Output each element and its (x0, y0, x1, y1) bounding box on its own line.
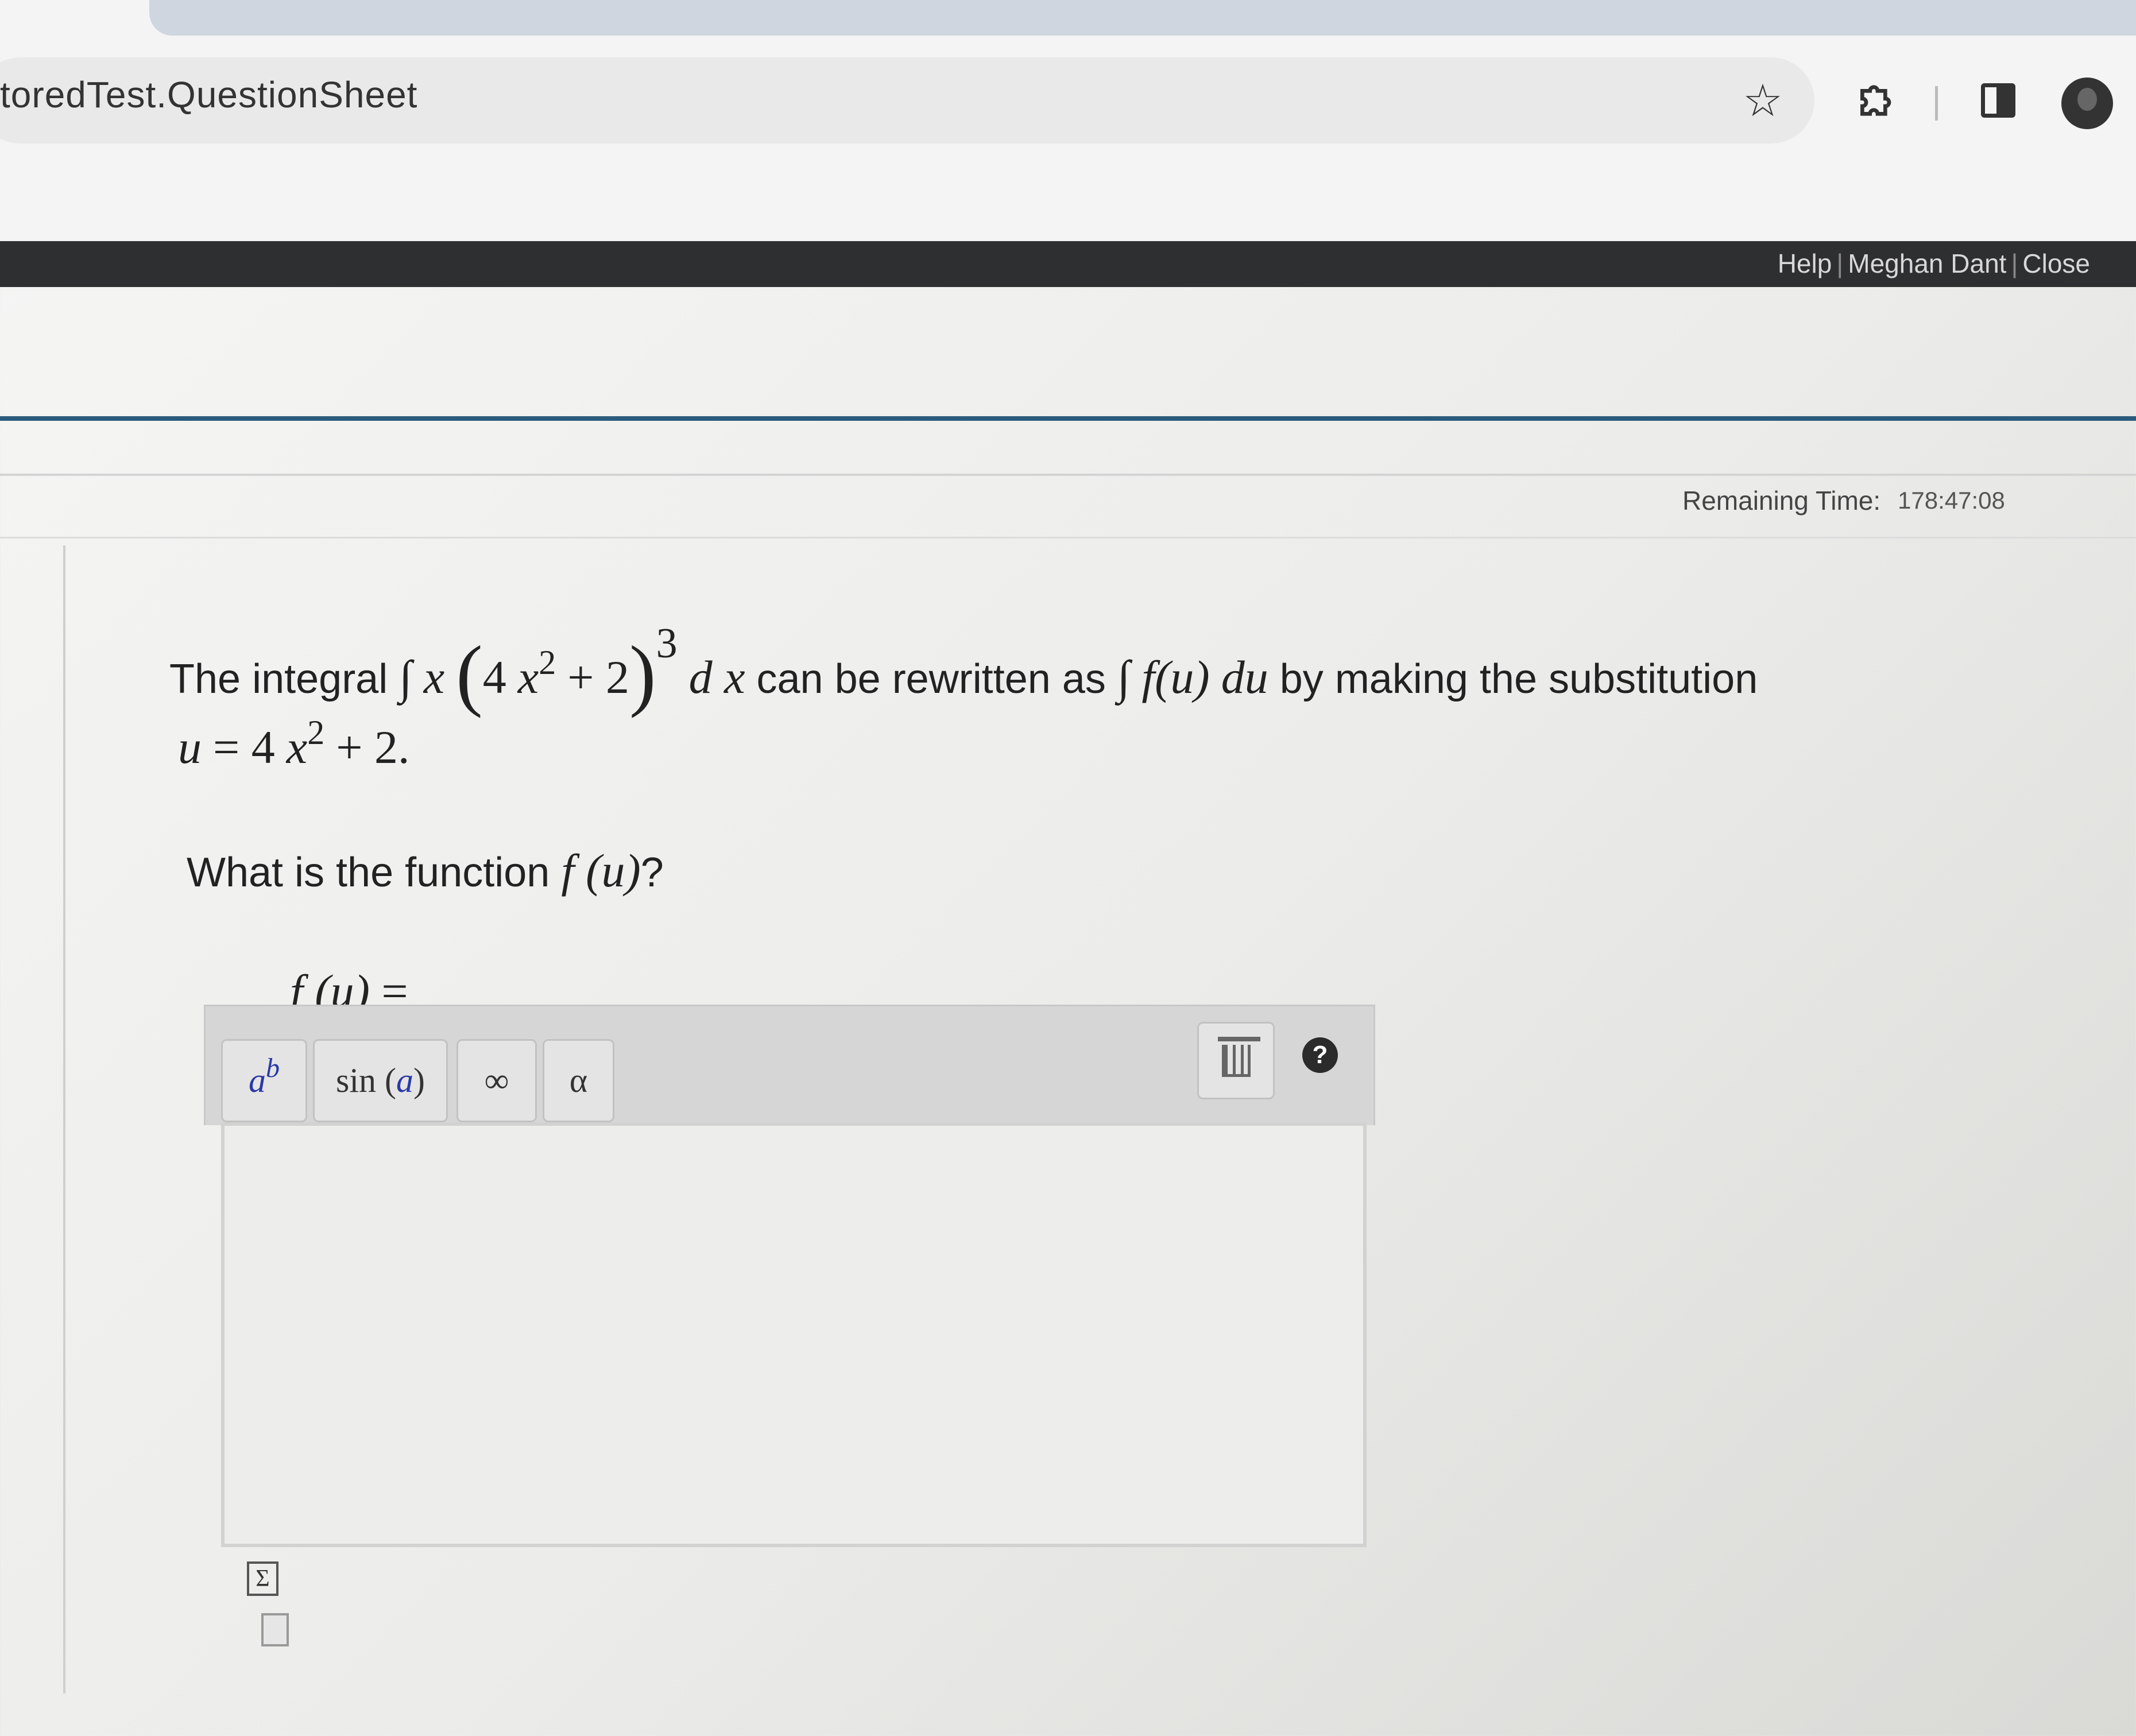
header-links: Help | Meghan Dant | Close (1778, 248, 2090, 279)
divider (0, 474, 2136, 476)
integral-sign: ∫ (1117, 651, 1131, 703)
sub-end: + 2. (336, 721, 410, 773)
math-var-x: x (517, 651, 539, 703)
star-icon[interactable]: ☆ (1734, 72, 1791, 129)
paren-open: ( (456, 630, 483, 719)
avatar-icon[interactable] (2061, 78, 2113, 129)
sub-exponent: 2 (307, 714, 325, 751)
sin-arg: a (396, 1061, 414, 1099)
du: du (1221, 651, 1268, 703)
help-icon[interactable]: ? (1302, 1037, 1338, 1073)
divider (0, 537, 2136, 538)
integral-sign: ∫ (399, 651, 412, 703)
sub-x: x (286, 721, 308, 773)
coefficient: 4 (482, 651, 506, 703)
accent-rule (0, 416, 2136, 421)
toolbar-divider (1935, 86, 1938, 121)
plus-two: + 2 (567, 651, 629, 703)
sin-button[interactable]: sin (a) (313, 1039, 448, 1122)
question-end-text: by making the substitution (1279, 656, 1758, 702)
sidepanel-icon[interactable] (1969, 72, 2027, 129)
puzzle-icon[interactable] (1849, 72, 1906, 129)
power-exponent: b (266, 1053, 280, 1083)
header-separator: | (1836, 249, 1844, 278)
trash-icon (1217, 1036, 1260, 1077)
header-separator: | (2011, 249, 2018, 278)
exponent: 2 (539, 644, 556, 681)
question-prompt: What is the function f (u)? (187, 844, 664, 898)
close-link[interactable]: Close (2022, 249, 2090, 278)
trash-button[interactable] (1197, 1022, 1275, 1099)
tab-strip (149, 0, 2136, 36)
sigma-document-icon[interactable]: Σ (247, 1561, 278, 1596)
alpha-label: α (569, 1061, 588, 1099)
sin-label: sin (336, 1061, 377, 1099)
address-text[interactable]: toredTest.QuestionSheet (0, 73, 417, 116)
prompt-f: f (561, 844, 575, 897)
answer-input[interactable] (221, 1122, 1367, 1547)
document-icon[interactable] (261, 1613, 289, 1646)
prompt-u: (u) (586, 844, 641, 897)
question-intro: The integral (169, 656, 388, 702)
remaining-time-value: 178:47:08 (1898, 487, 2005, 514)
sub-equals: = 4 (213, 721, 275, 773)
help-link[interactable]: Help (1778, 249, 1832, 278)
sub-u: u (178, 721, 202, 773)
substitution: u = 4 x2 + 2. (178, 714, 410, 774)
sin-open-paren: ( (385, 1061, 397, 1099)
paren-close: ) (629, 630, 656, 719)
cube-exponent: 3 (656, 620, 678, 667)
prompt-question-mark: ? (640, 850, 664, 896)
infinity-label: ∞ (484, 1061, 509, 1099)
infinity-button[interactable]: ∞ (456, 1039, 537, 1122)
math-var-x: x (423, 651, 445, 703)
question-text: The integral ∫ x (4 x2 + 2)3 d x can be … (169, 620, 1758, 719)
power-base: a (249, 1061, 266, 1099)
remaining-time-label: Remaining Time: (1682, 486, 1881, 516)
prompt-text: What is the function (187, 850, 550, 896)
alpha-button[interactable]: α (543, 1039, 614, 1122)
power-button[interactable]: ab (221, 1039, 307, 1122)
sin-close-paren: ) (413, 1061, 425, 1099)
dx: d x (688, 651, 745, 703)
question-mid-text: can be rewritten as (756, 656, 1106, 702)
f-of-u: f(u) (1141, 651, 1210, 703)
user-name-link[interactable]: Meghan Dant (1848, 249, 2006, 278)
